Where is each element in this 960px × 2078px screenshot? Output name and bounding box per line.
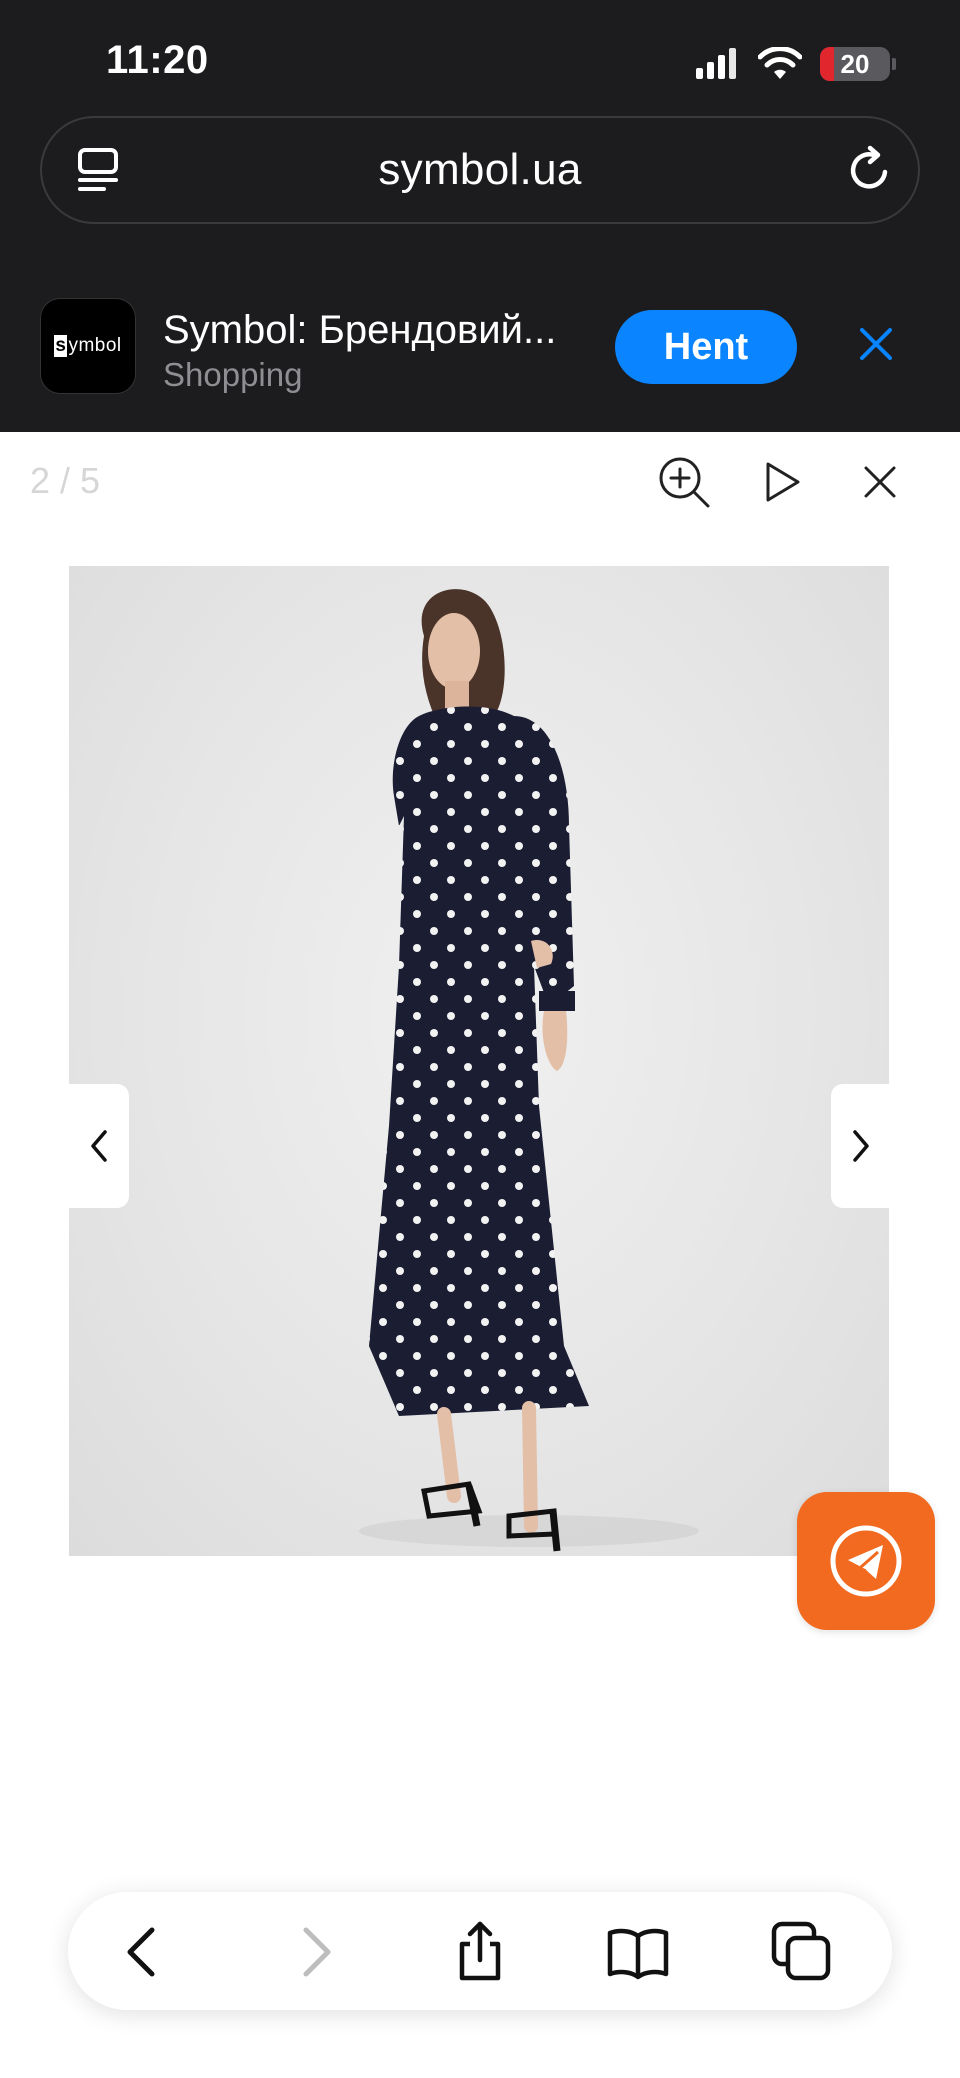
telegram-icon — [830, 1525, 902, 1597]
zoom-in-icon[interactable] — [656, 454, 712, 510]
address-bar[interactable]: symbol.ua — [40, 116, 920, 224]
forward-icon[interactable] — [282, 1920, 346, 1984]
slideshow-play-icon[interactable] — [754, 454, 810, 510]
battery-icon: 20 — [820, 47, 890, 81]
gallery-counter: 2 / 5 — [30, 460, 101, 501]
next-image-button[interactable] — [831, 1084, 891, 1208]
status-icons: 20 — [696, 44, 896, 84]
product-image — [359, 589, 699, 1552]
previous-image-button[interactable] — [69, 1084, 129, 1208]
app-logo-letter: s — [54, 335, 68, 357]
tabs-overview-icon[interactable] — [70, 142, 126, 198]
app-logo: s ymbol — [40, 298, 136, 394]
back-icon[interactable] — [112, 1920, 176, 1984]
app-logo-text: ymbol — [68, 335, 122, 356]
tabs-icon[interactable] — [770, 1920, 834, 1984]
battery-level: 20 — [840, 48, 870, 79]
close-icon[interactable] — [852, 454, 908, 510]
share-icon[interactable] — [448, 1920, 512, 1984]
close-icon[interactable] — [856, 324, 896, 364]
chevron-left-icon — [91, 1130, 107, 1162]
open-app-button[interactable]: Hent — [615, 310, 797, 384]
chevron-right-icon — [853, 1130, 869, 1162]
telegram-chat-button[interactable] — [797, 1492, 935, 1630]
bookmarks-icon[interactable] — [606, 1920, 670, 1984]
url-text[interactable]: symbol.ua — [378, 145, 581, 195]
wifi-icon — [758, 47, 802, 79]
status-time: 11:20 — [106, 38, 209, 82]
cellular-signal-icon — [696, 48, 736, 79]
app-name: Symbol: Брендовий... — [163, 308, 557, 352]
smart-app-banner: s ymbol Symbol: Брендовий... Shopping Hen… — [0, 288, 960, 432]
product-photo[interactable] — [69, 566, 889, 1556]
browser-toolbar — [68, 1892, 892, 2010]
app-category: Shopping — [163, 356, 303, 393]
reload-icon[interactable] — [842, 142, 898, 198]
browser-chrome: 11:20 20 symbol.ua s ymbol Symbol: Бренд… — [0, 0, 960, 432]
